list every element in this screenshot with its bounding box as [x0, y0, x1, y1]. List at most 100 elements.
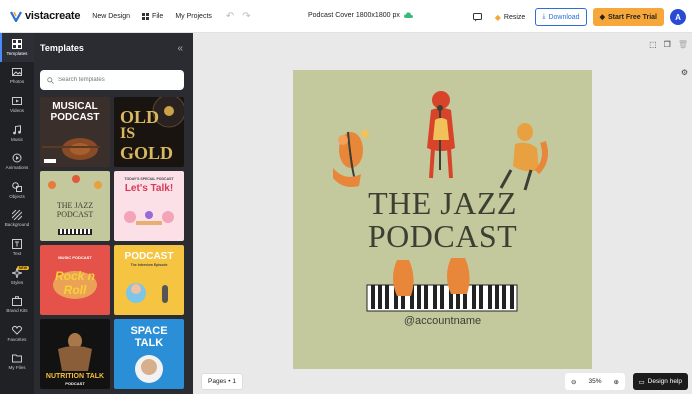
rail-item-music[interactable]: Music	[0, 119, 34, 148]
comment-pin-icon[interactable]: ⬚	[649, 40, 657, 49]
template-card-podcast-interview[interactable]: PODCAST The Interview Episode	[114, 245, 184, 315]
template-tagline: TODAY'S SPECIAL PODCAST	[124, 177, 174, 181]
zoom-value[interactable]: 35%	[588, 378, 601, 385]
canvas-title-line1[interactable]: THE JAZZ	[293, 187, 592, 219]
gear-icon[interactable]: ⚙	[681, 68, 688, 77]
rail-item-my-files[interactable]: My Files	[0, 348, 34, 377]
heart-icon	[12, 325, 22, 335]
menu-my-projects-label: My Projects	[175, 12, 212, 20]
template-title: SPACE	[130, 325, 168, 337]
template-card-space-talk[interactable]: SPACE TALK	[114, 319, 184, 389]
template-card-jazz-podcast[interactable]: THE JAZZ PODCAST	[40, 171, 110, 241]
design-help-button[interactable]: ▭ Design help	[632, 373, 688, 390]
zoom-control: ⊖ 35% ⊕	[565, 373, 625, 390]
download-button[interactable]: ⤓ Download	[535, 8, 587, 26]
menu-new-design[interactable]: New Design	[92, 13, 130, 20]
search-icon	[47, 76, 54, 84]
new-badge: NEW	[16, 265, 29, 270]
cloud-saved-icon	[403, 12, 413, 18]
grid-icon	[142, 12, 150, 20]
zoom-in-icon[interactable]: ⊕	[614, 378, 619, 386]
comment-icon[interactable]	[471, 10, 485, 24]
template-title: NUTRITION TALK	[45, 373, 105, 380]
template-title: Let's Talk!	[124, 183, 174, 194]
document-title[interactable]: Podcast Cover 1800x1800 px	[308, 12, 413, 19]
start-free-trial-button[interactable]: ◆ Start Free Trial	[592, 8, 664, 26]
background-icon	[12, 210, 22, 221]
zoom-out-icon[interactable]: ⊖	[571, 378, 576, 386]
rail-item-animations[interactable]: Animations	[0, 147, 34, 176]
rail-label: Videos	[10, 107, 24, 113]
rail-label: Brand Kits	[6, 308, 28, 314]
canvas-account-name[interactable]: @accountname	[293, 315, 592, 327]
rail-label: Text	[12, 250, 22, 256]
duplicate-page-icon[interactable]: ❐	[664, 40, 671, 49]
canvas-title-line2[interactable]: PODCAST	[293, 220, 592, 252]
rail-item-objects[interactable]: Objects	[0, 176, 34, 205]
objects-icon	[12, 181, 22, 192]
chat-icon: ▭	[638, 378, 645, 386]
template-subtitle: TALK	[134, 337, 164, 349]
undo-icon[interactable]: ↶	[226, 11, 234, 22]
artboard[interactable]: THE JAZZ PODCAST @accountname	[293, 70, 592, 369]
rail-label: My Files	[8, 365, 26, 371]
rail-item-favorites[interactable]: Favorites	[0, 319, 34, 348]
rail-item-photos[interactable]: Photos	[0, 62, 34, 91]
template-card-old-is-gold[interactable]: OLD IS GOLD	[114, 97, 184, 167]
rail-label: Music	[11, 136, 23, 142]
rail-item-styles[interactable]: Styles NEW	[0, 262, 34, 291]
template-title: THE JAZZ	[56, 201, 94, 210]
rail-label: Photos	[9, 79, 25, 85]
rail-label: Animations	[5, 165, 29, 171]
logo[interactable]: vistacreate	[10, 10, 80, 22]
rail-label: Objects	[9, 193, 25, 199]
redo-icon[interactable]: ↷	[242, 11, 250, 22]
sax-player-figure	[499, 123, 548, 191]
resize-button[interactable]: ◆ Resize	[491, 13, 530, 22]
collapse-panel-icon[interactable]: «	[177, 43, 183, 54]
download-icon: ⤓	[542, 13, 546, 20]
template-card-musical-podcast[interactable]: MUSICAL PODCAST	[40, 97, 110, 167]
rail-item-text[interactable]: Text	[0, 233, 34, 262]
templates-icon	[12, 38, 22, 49]
search-box[interactable]	[40, 70, 184, 90]
animation-icon	[12, 153, 22, 163]
template-card-rock-n-roll[interactable]: MUSIC PODCAST Rock n Roll	[40, 245, 110, 315]
template-card-lets-talk[interactable]: TODAY'S SPECIAL PODCAST Let's Talk!	[114, 171, 184, 241]
rail-item-brand-kits[interactable]: Brand Kits	[0, 290, 34, 319]
template-subtitle: IS	[120, 125, 136, 142]
template-tagline: MUSIC PODCAST	[58, 255, 92, 260]
left-rail: Templates Photos Videos Music Animations…	[0, 33, 34, 394]
rail-item-background[interactable]: Background	[0, 205, 34, 234]
menu-new-design-label: New Design	[92, 12, 131, 20]
rail-item-videos[interactable]: Videos	[0, 90, 34, 119]
crown-icon: ◆	[599, 14, 605, 21]
menu-my-projects[interactable]: My Projects	[175, 13, 212, 20]
talk-illustration	[124, 211, 174, 225]
top-bar: vistacreate New Design File My Projects …	[0, 0, 692, 33]
avatar[interactable]: A	[670, 9, 686, 25]
trial-label: Start Free Trial	[607, 13, 657, 21]
download-label: Download	[548, 13, 580, 21]
bass-player-figure	[333, 130, 369, 187]
template-subtitle: GOLD	[120, 143, 174, 163]
template-subtitle: Roll	[63, 283, 87, 297]
search-input[interactable]	[58, 77, 168, 83]
rail-label: Background	[4, 222, 30, 228]
template-title: MUSICAL	[52, 101, 98, 112]
canvas-area: ⬚ ❐ 🗑 ⚙ THE JAZZ PODCAST @accountname Pa…	[193, 33, 692, 394]
pages-button[interactable]: Pages • 1	[201, 373, 243, 390]
brand-kit-icon	[12, 296, 22, 307]
template-subtitle: PODCAST	[65, 381, 85, 386]
template-subtitle: The Interview Episode	[130, 263, 168, 267]
template-title: Rock n	[54, 269, 95, 283]
template-card-nutrition-talk[interactable]: NUTRITION TALK PODCAST	[40, 319, 110, 389]
singer-figure	[427, 91, 455, 179]
crown-icon: ◆	[494, 12, 501, 22]
rail-item-templates[interactable]: Templates	[0, 33, 34, 62]
template-subtitle: PODCAST	[50, 112, 100, 123]
delete-page-icon[interactable]: 🗑	[678, 40, 688, 49]
video-icon	[12, 96, 22, 105]
text-icon	[12, 238, 22, 249]
menu-file[interactable]: File	[142, 12, 163, 20]
